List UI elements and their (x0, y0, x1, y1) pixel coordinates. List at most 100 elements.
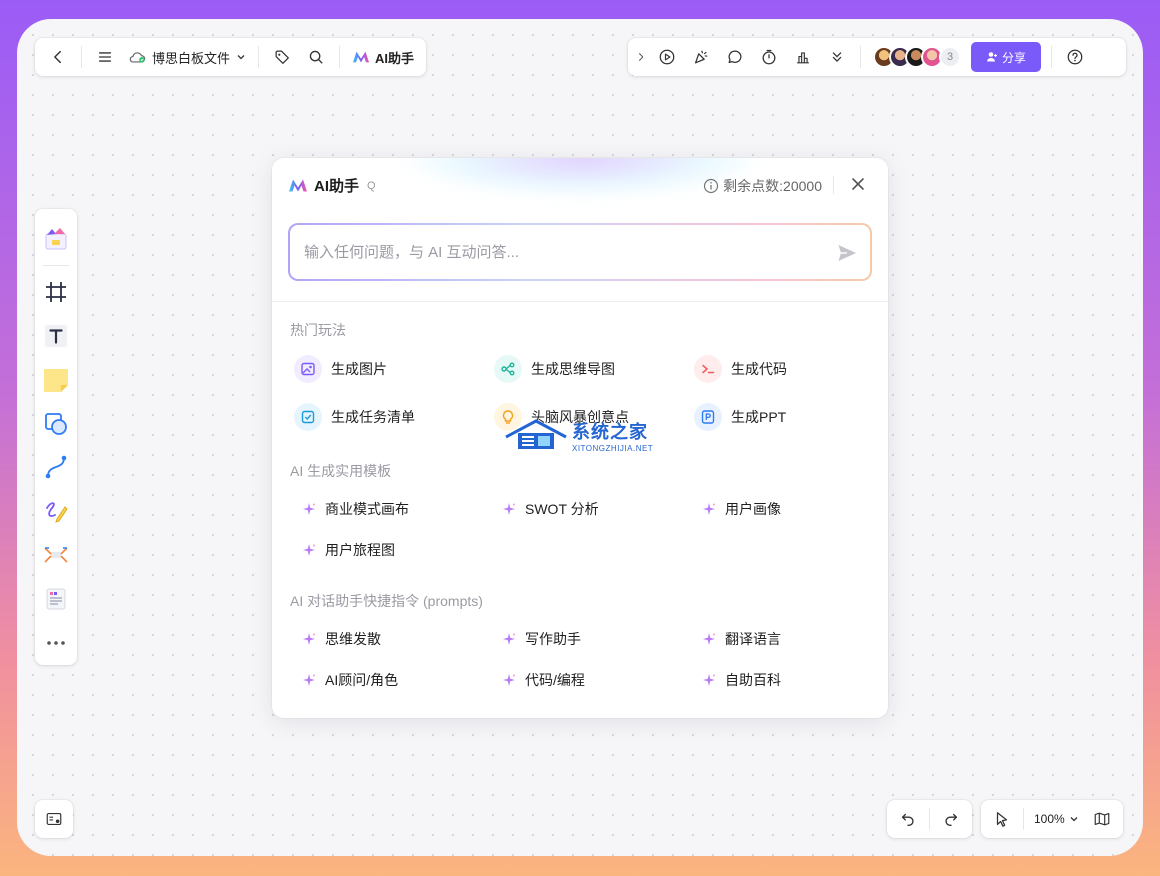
mindmap-icon (494, 355, 522, 383)
sparkle-icon (703, 503, 715, 515)
celebrate-icon[interactable] (684, 40, 718, 74)
shortcut-hint: Q (367, 179, 376, 192)
zoom-level: 100% (1034, 812, 1065, 826)
ppt-icon (694, 403, 722, 431)
comment-icon[interactable] (718, 40, 752, 74)
vote-icon[interactable] (786, 40, 820, 74)
mindmap-icon[interactable] (38, 537, 74, 573)
tag-icon[interactable] (265, 40, 299, 74)
prompt-item[interactable]: 自助百科 (694, 670, 781, 690)
item-label: 写作助手 (525, 631, 581, 647)
generate-tasklist-item[interactable]: 生成任务清单 (294, 403, 415, 431)
sparkle-icon (503, 503, 515, 515)
pen-icon[interactable] (38, 493, 74, 529)
watermark: 系统之家 XITONGZHIJIA.NET (504, 417, 653, 453)
ai-assistant-button[interactable]: AI助手 (346, 48, 420, 67)
prompt-item[interactable]: 翻译语言 (694, 629, 781, 649)
send-icon[interactable] (836, 242, 858, 264)
section-title-prompts: AI 对话助手快捷指令 (prompts) (290, 593, 483, 609)
item-label: 生成代码 (731, 361, 787, 377)
item-label: 思维发散 (325, 631, 381, 647)
minimap-icon[interactable] (37, 802, 71, 836)
collaborator-avatars[interactable]: 3 (873, 46, 961, 68)
sparkle-icon (503, 674, 515, 686)
prompt-item[interactable]: 写作助手 (494, 629, 581, 649)
item-label: 生成PPT (731, 409, 787, 425)
credits-text: 剩余点数:20000 (723, 178, 822, 194)
cloud-synced-icon (129, 52, 146, 63)
timer-icon[interactable] (752, 40, 786, 74)
more-icon[interactable] (38, 625, 74, 661)
item-label: SWOT 分析 (525, 501, 599, 517)
zoom-dropdown[interactable]: 100% (1028, 812, 1085, 826)
play-icon[interactable] (650, 40, 684, 74)
question-input[interactable] (290, 225, 870, 279)
double-chevron-down-icon[interactable] (820, 40, 854, 74)
prompt-item[interactable]: AI顾问/角色 (294, 670, 398, 690)
top-right-toolbar: 3 分享 (628, 38, 1126, 76)
credits-display: 剩余点数:20000 (703, 176, 822, 196)
sparkle-icon (303, 674, 315, 686)
share-button[interactable]: 分享 (971, 42, 1041, 72)
template-library-icon[interactable] (38, 221, 74, 257)
panel-header: AI助手 Q (288, 175, 376, 196)
share-label: 分享 (1001, 50, 1026, 65)
sparkle-icon (703, 633, 715, 645)
undo-icon[interactable] (891, 802, 925, 836)
item-label: AI顾问/角色 (325, 672, 399, 688)
section-title-hot: 热门玩法 (290, 322, 346, 338)
undo-redo-toolbar (887, 800, 972, 838)
template-item[interactable]: SWOT 分析 (494, 499, 599, 519)
prompt-item[interactable]: 代码/编程 (494, 670, 585, 690)
top-left-toolbar: 博思白板文件 AI助手 (35, 38, 427, 76)
generate-ppt-item[interactable]: 生成PPT (694, 403, 786, 431)
search-icon[interactable] (299, 40, 333, 74)
image-icon (294, 355, 322, 383)
prompt-item[interactable]: 思维发散 (294, 629, 381, 649)
template-item[interactable]: 商业模式画布 (294, 499, 409, 519)
cursor-icon[interactable] (985, 802, 1019, 836)
frame-icon[interactable] (38, 274, 74, 310)
chevron-right-icon[interactable] (632, 40, 650, 74)
generate-mindmap-item[interactable]: 生成思维导图 (494, 355, 615, 383)
file-name-dropdown[interactable]: 博思白板文件 (122, 48, 252, 67)
sparkle-icon (303, 503, 315, 515)
map-icon[interactable] (1085, 802, 1119, 836)
sparkle-icon (503, 633, 515, 645)
template-item[interactable]: 用户旅程图 (294, 540, 395, 560)
item-label: 用户画像 (725, 501, 781, 517)
generate-code-item[interactable]: 生成代码 (694, 355, 787, 383)
canvas[interactable]: 博思白板文件 AI助手 3 分享 100% AI助手 Q 剩余点数:20000 … (17, 19, 1143, 856)
help-icon[interactable] (1058, 40, 1092, 74)
file-name: 博思白板文件 (152, 50, 231, 66)
left-toolbar (35, 209, 77, 665)
panel-title: AI助手 (314, 178, 360, 195)
item-label: 翻译语言 (725, 631, 781, 647)
item-label: 自助百科 (725, 672, 781, 688)
view-toolbar: 100% (981, 800, 1123, 838)
chevron-down-icon (1070, 817, 1078, 822)
redo-icon[interactable] (934, 802, 968, 836)
shape-icon[interactable] (38, 406, 74, 442)
watermark-subtitle: XITONGZHIJIA.NET (572, 443, 654, 453)
text-icon[interactable] (38, 318, 74, 354)
sticky-note-icon[interactable] (38, 362, 74, 398)
sparkle-icon (703, 674, 715, 686)
connector-icon[interactable] (38, 450, 74, 486)
ai-assistant-label: AI助手 (375, 50, 415, 66)
item-label: 生成任务清单 (331, 409, 415, 425)
bottom-left-toolbar (35, 800, 73, 838)
item-label: 代码/编程 (525, 672, 585, 688)
sparkle-icon (303, 633, 315, 645)
add-user-icon (986, 52, 997, 62)
sparkle-icon (303, 544, 315, 556)
checkbox-icon (294, 403, 322, 431)
template-item[interactable]: 用户画像 (694, 499, 781, 519)
document-icon[interactable] (38, 581, 74, 617)
info-icon (704, 178, 719, 194)
watermark-logo-icon (505, 419, 567, 449)
back-icon[interactable] (41, 40, 75, 74)
menu-icon[interactable] (88, 40, 122, 74)
generate-image-item[interactable]: 生成图片 (294, 355, 387, 383)
close-icon[interactable] (848, 174, 868, 194)
